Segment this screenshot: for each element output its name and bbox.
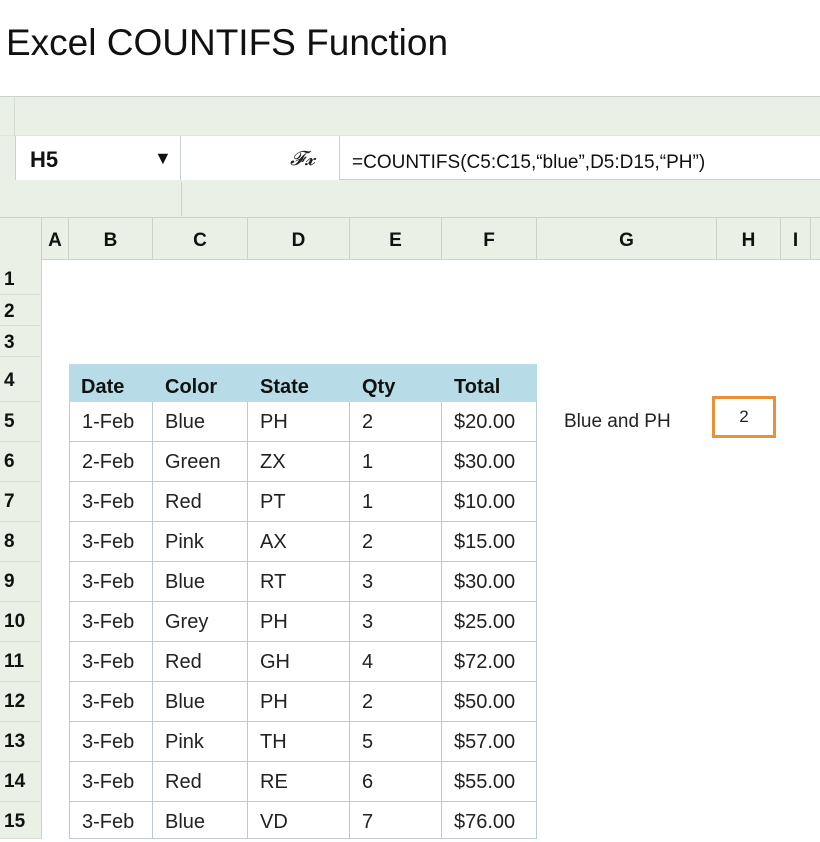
cell-date[interactable]: 3-Feb	[69, 522, 153, 562]
cell-color[interactable]: Blue	[153, 402, 248, 442]
cell-total[interactable]: $20.00	[442, 402, 537, 442]
row-header-13[interactable]: 13	[0, 722, 42, 762]
cell-total[interactable]: $50.00	[442, 682, 537, 722]
row-header-1[interactable]: 1	[0, 260, 42, 295]
selected-cell-h5[interactable]: 2	[712, 396, 776, 438]
cell-color[interactable]: Green	[153, 442, 248, 482]
cell-color[interactable]: Grey	[153, 602, 248, 642]
column-header-h[interactable]: H	[717, 218, 781, 260]
formula-bar-gutter	[0, 136, 16, 180]
cell-state[interactable]: RE	[248, 762, 350, 802]
table-header-qty[interactable]: Qty	[350, 364, 442, 402]
cell-qty[interactable]: 1	[350, 482, 442, 522]
cell-qty[interactable]: 2	[350, 402, 442, 442]
row-header-3[interactable]: 3	[0, 326, 42, 357]
cell-total[interactable]: $55.00	[442, 762, 537, 802]
cell-color[interactable]: Red	[153, 762, 248, 802]
cell-total[interactable]: $30.00	[442, 442, 537, 482]
cell-color[interactable]: Pink	[153, 722, 248, 762]
row-header-2[interactable]: 2	[0, 295, 42, 326]
row-header-6[interactable]: 6	[0, 442, 42, 482]
column-header-g[interactable]: G	[537, 218, 717, 260]
cell-date[interactable]: 3-Feb	[69, 722, 153, 762]
cell-qty[interactable]: 7	[350, 802, 442, 839]
dropdown-arrow-icon[interactable]: ▼	[154, 136, 172, 180]
select-all-corner[interactable]	[0, 218, 42, 260]
table-header-total[interactable]: Total	[442, 364, 537, 402]
row-header-14[interactable]: 14	[0, 762, 42, 802]
cell-state[interactable]: PH	[248, 682, 350, 722]
cell-date[interactable]: 1-Feb	[69, 402, 153, 442]
cell-date[interactable]: 3-Feb	[69, 802, 153, 839]
table-header-date[interactable]: Date	[69, 364, 153, 402]
row-header-11[interactable]: 11	[0, 642, 42, 682]
column-header-b[interactable]: B	[69, 218, 153, 260]
cell-total[interactable]: $76.00	[442, 802, 537, 839]
cell-date[interactable]: 3-Feb	[69, 762, 153, 802]
cell-state[interactable]: PT	[248, 482, 350, 522]
column-header-f[interactable]: F	[442, 218, 537, 260]
cell-state[interactable]: VD	[248, 802, 350, 839]
cell-qty[interactable]: 6	[350, 762, 442, 802]
column-header-i[interactable]: I	[781, 218, 811, 260]
cell-date[interactable]: 2-Feb	[69, 442, 153, 482]
table-header-color[interactable]: Color	[153, 364, 248, 402]
cell-total[interactable]: $10.00	[442, 482, 537, 522]
cell-total[interactable]: $15.00	[442, 522, 537, 562]
row-header-15[interactable]: 15	[0, 802, 42, 839]
row-header-7[interactable]: 7	[0, 482, 42, 522]
column-header-d[interactable]: D	[248, 218, 350, 260]
row-header-8[interactable]: 8	[0, 522, 42, 562]
cell-qty[interactable]: 5	[350, 722, 442, 762]
cell-state[interactable]: AX	[248, 522, 350, 562]
cell-date[interactable]: 3-Feb	[69, 562, 153, 602]
formula-input[interactable]: =COUNTIFS(C5:C15,“blue”,D5:D15,“PH”)	[352, 136, 705, 180]
cell-date[interactable]: 3-Feb	[69, 642, 153, 682]
row-header-12[interactable]: 12	[0, 682, 42, 722]
cell-color[interactable]: Blue	[153, 682, 248, 722]
row-header-5[interactable]: 5	[0, 402, 42, 442]
cell-color[interactable]: Red	[153, 482, 248, 522]
ribbon-divider	[14, 96, 15, 136]
cell-state[interactable]: ZX	[248, 442, 350, 482]
cell-color[interactable]: Pink	[153, 522, 248, 562]
result-label[interactable]: Blue and PH	[564, 402, 671, 442]
cell-qty[interactable]: 2	[350, 682, 442, 722]
cell-date[interactable]: 3-Feb	[69, 682, 153, 722]
cell-color[interactable]: Blue	[153, 562, 248, 602]
cell-state[interactable]: PH	[248, 602, 350, 642]
fx-area	[181, 136, 340, 180]
cell-color[interactable]: Blue	[153, 802, 248, 839]
toolbar-strip	[0, 180, 820, 218]
cell-state[interactable]: GH	[248, 642, 350, 682]
row-header-9[interactable]: 9	[0, 562, 42, 602]
fx-icon[interactable]: 𝓕𝔁	[290, 136, 315, 180]
name-box-value: H5	[30, 147, 59, 172]
cell-state[interactable]: TH	[248, 722, 350, 762]
cell-state[interactable]: PH	[248, 402, 350, 442]
cell-total[interactable]: $30.00	[442, 562, 537, 602]
cell-date[interactable]: 3-Feb	[69, 602, 153, 642]
ribbon-strip	[0, 96, 820, 136]
cell-date[interactable]: 3-Feb	[69, 482, 153, 522]
cell-qty[interactable]: 4	[350, 642, 442, 682]
row-header-10[interactable]: 10	[0, 602, 42, 642]
cell-color[interactable]: Red	[153, 642, 248, 682]
cell-total[interactable]: $72.00	[442, 642, 537, 682]
cell-qty[interactable]: 3	[350, 562, 442, 602]
cell-total[interactable]: $25.00	[442, 602, 537, 642]
row-header-4[interactable]: 4	[0, 357, 42, 402]
cell-qty[interactable]: 3	[350, 602, 442, 642]
page-title: Excel COUNTIFS Function	[6, 22, 449, 63]
cell-qty[interactable]: 1	[350, 442, 442, 482]
column-header-e[interactable]: E	[350, 218, 442, 260]
cell-total[interactable]: $57.00	[442, 722, 537, 762]
column-header-c[interactable]: C	[153, 218, 248, 260]
table-header-state[interactable]: State	[248, 364, 350, 402]
toolbar-divider	[181, 182, 182, 216]
cell-qty[interactable]: 2	[350, 522, 442, 562]
column-header-a[interactable]: A	[42, 218, 69, 260]
cell-state[interactable]: RT	[248, 562, 350, 602]
